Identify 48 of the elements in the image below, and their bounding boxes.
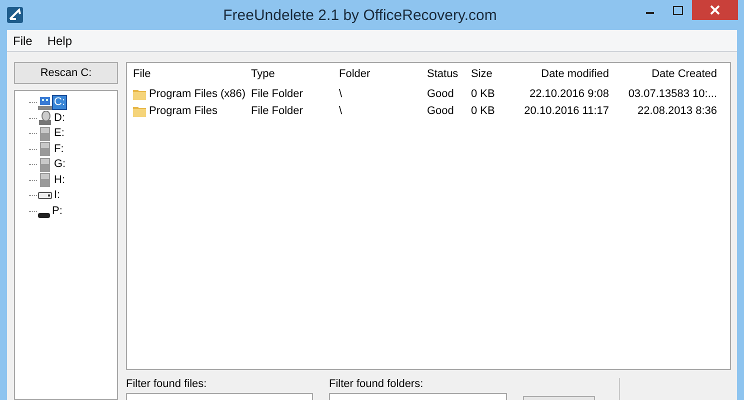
drive-icon: [38, 142, 52, 156]
close-icon: [710, 5, 720, 15]
menu-item[interactable]: Help: [41, 34, 82, 48]
menu-item[interactable]: File: [7, 34, 42, 48]
tree-item[interactable]: I:: [53, 189, 62, 202]
table-cell-text: Good: [426, 88, 455, 100]
table-cell-text: 20.10.2016 11:17: [523, 104, 610, 116]
table-cell-text: File Folder: [250, 88, 304, 100]
close-button[interactable]: [692, 0, 738, 20]
table-cell-text: \: [338, 88, 344, 100]
table-cell-text: 03.07.13583 10:...: [627, 88, 718, 100]
tree-item[interactable]: C:: [53, 96, 66, 110]
tree-item[interactable]: H:: [53, 174, 66, 187]
tree-item[interactable]: F:: [53, 142, 65, 156]
table-cell-text: Good: [426, 104, 455, 116]
table-cell-text: 22.10.2016 9:08: [528, 88, 610, 100]
tree-item[interactable]: E:: [53, 127, 66, 140]
app-icon: [6, 6, 24, 24]
table-cell: Program Files (x86): [149, 88, 246, 100]
folder-icon: [133, 88, 146, 100]
drive-icon: [38, 212, 50, 218]
table-cell-text: 0 KB: [470, 104, 496, 116]
table-cell-text: 22.08.2013 8:36: [636, 104, 718, 116]
drive-icon: [38, 111, 52, 126]
column-header[interactable]: Date Created: [613, 68, 723, 80]
field-label: Filter found files:: [126, 378, 208, 390]
column-header[interactable]: Date modified: [509, 68, 613, 80]
column-header[interactable]: Type: [245, 68, 333, 80]
drive-icon: [38, 158, 52, 172]
drive-icon: [38, 173, 52, 188]
tree-item[interactable]: G:: [53, 158, 67, 172]
tree-item[interactable]: D:: [53, 112, 66, 125]
column-header[interactable]: Size: [465, 68, 509, 80]
table-cell-text: 0 KB: [470, 88, 496, 100]
tree-item[interactable]: P:: [51, 204, 64, 218]
table-cell-text: File Folder: [250, 104, 304, 116]
drive-icon: [38, 126, 52, 141]
rescan-button[interactable]: Rescan C:: [14, 62, 118, 84]
usb-drive-icon: [38, 192, 52, 200]
window-title: FreeUndelete 2.1 by OfficeRecovery.com: [222, 6, 498, 24]
column-header[interactable]: File: [127, 68, 245, 80]
folder-icon: [133, 104, 146, 116]
table-cell-text: \: [338, 104, 344, 116]
column-header[interactable]: Status: [421, 68, 465, 80]
table-cell: Program Files: [149, 104, 218, 116]
field-label: Filter found folders:: [329, 378, 424, 390]
column-header[interactable]: Folder: [333, 68, 421, 80]
computer-icon: [38, 96, 52, 110]
